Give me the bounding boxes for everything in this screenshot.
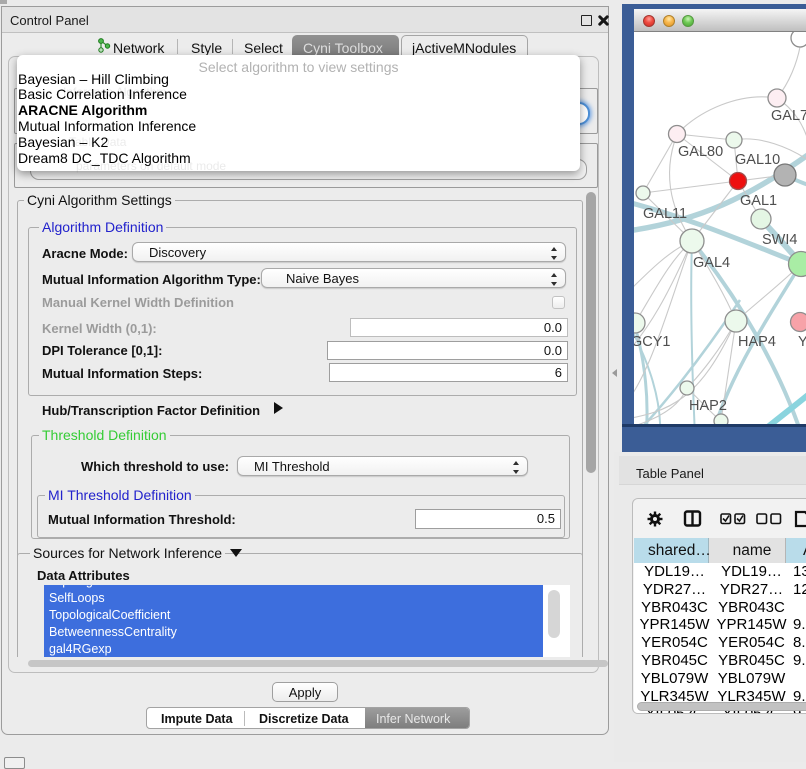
svg-text:GAL80: GAL80 (678, 144, 723, 160)
svg-text:YJ: YJ (798, 334, 806, 350)
svg-text:SWI4: SWI4 (762, 232, 797, 248)
svg-text:GAL1: GAL1 (740, 193, 777, 209)
svg-text:HAP4: HAP4 (738, 334, 776, 350)
svg-text:GAL4: GAL4 (693, 255, 730, 271)
svg-text:GCY1: GCY1 (634, 334, 671, 350)
svg-text:GAL7: GAL7 (771, 108, 806, 124)
svg-text:GAL10: GAL10 (735, 152, 780, 168)
svg-text:HAP2: HAP2 (689, 398, 727, 414)
svg-text:GAL11: GAL11 (643, 206, 687, 222)
